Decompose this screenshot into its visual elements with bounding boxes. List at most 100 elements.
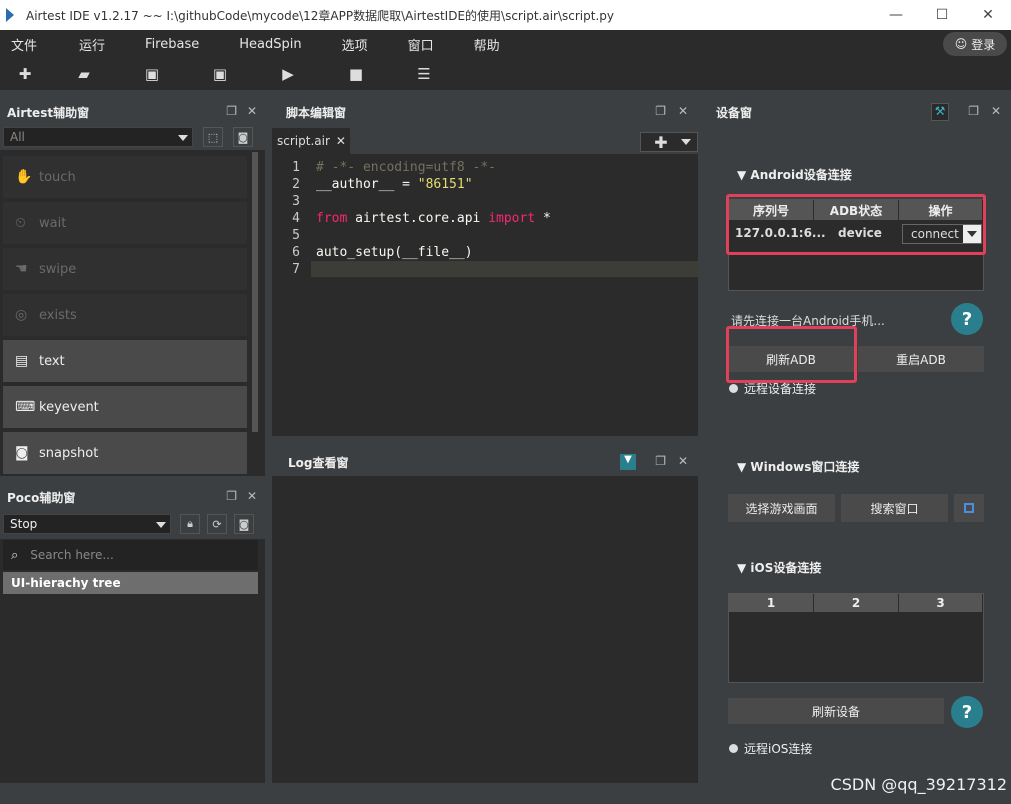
ios-device-table: 1 2 3 (728, 593, 984, 683)
login-button[interactable]: ☺ 登录 (943, 32, 1007, 56)
help-icon[interactable]: ? (951, 696, 983, 728)
menu-bar: 文件 运行 Firebase HeadSpin 选项 窗口 帮助 (0, 30, 1011, 58)
login-label: 登录 (971, 37, 996, 52)
keyboard-icon: ⌨ (15, 399, 36, 415)
exists-label: exists (39, 307, 77, 323)
save-as-icon[interactable]: ▣ (186, 65, 254, 83)
snapshot-label: snapshot (39, 445, 99, 461)
menu-options[interactable]: 选项 (331, 35, 379, 54)
float-icon[interactable]: ❐ (968, 104, 979, 118)
tools-icon[interactable]: ⚒ (931, 103, 949, 121)
maximize-button[interactable]: ☐ (919, 7, 965, 23)
highlight-box-refresh-adb (726, 326, 857, 383)
close-icon[interactable]: ✕ (991, 104, 1001, 118)
window-picker-button[interactable] (954, 494, 984, 522)
remote-ios-connect[interactable]: 远程iOS连接 (729, 740, 812, 757)
code-line: from airtest.core.api import * (316, 211, 551, 226)
window-icon (964, 503, 974, 513)
user-icon: ☺ (954, 37, 968, 51)
wait-label: wait (39, 215, 67, 231)
refresh-devices-button[interactable]: 刷新设备 (728, 698, 944, 724)
menu-window[interactable]: 窗口 (397, 35, 445, 54)
search-input[interactable]: Search here... (30, 548, 114, 562)
line-number: 1 (292, 160, 300, 175)
close-icon[interactable]: ✕ (678, 454, 688, 468)
remote-device-connect[interactable]: 远程设备连接 (729, 380, 816, 397)
device-panel-title: 设备窗 (716, 105, 753, 120)
ios-section-title: ▼ iOS设备连接 (737, 561, 822, 575)
code-editor[interactable]: 1 # -*- encoding=utf8 -*- 2 __author__ = "… (272, 158, 698, 436)
new-tab-button[interactable]: ✚ (640, 132, 698, 152)
poco-panel: Poco辅助窗 ❐ ✕ Stop 🔒︎ ⟳ ◙ ⌕ Search here...… (0, 483, 265, 783)
text-button[interactable]: ▤ text (3, 340, 247, 382)
tab-script-air[interactable]: script.air ✕ (272, 128, 350, 154)
script-panel-header: 脚本编辑窗 ❐ ✕ (272, 98, 698, 126)
open-script-icon[interactable]: ▰ (50, 65, 118, 83)
menu-help[interactable]: 帮助 (463, 35, 511, 54)
line-number: 2 (292, 177, 300, 192)
device-panel-header: 设备窗 ⚒ ❐ ✕ (705, 98, 1011, 126)
restart-adb-button[interactable]: 重启ADB (858, 346, 984, 372)
help-icon[interactable]: ? (951, 303, 983, 335)
keyevent-button[interactable]: ⌨ keyevent (3, 386, 247, 428)
touch-button[interactable]: ✋ touch (3, 156, 247, 198)
float-icon[interactable]: ❐ (655, 454, 666, 468)
chevron-down-icon (178, 135, 188, 141)
touch-label: touch (39, 169, 76, 185)
ui-hierarchy-tree-item[interactable]: UI-hierachy tree (3, 572, 258, 594)
text-label: text (39, 353, 65, 369)
airtest-buttons-list: ✋ touch ⏲ wait ☚ swipe ◎ exists ▤ text ⌨ keyev… (0, 152, 250, 476)
poco-panel-title: Poco辅助窗 (7, 490, 76, 505)
highlight-box-device-row (726, 194, 986, 255)
airtest-filter-select[interactable]: All (3, 127, 193, 147)
script-panel-title: 脚本编辑窗 (286, 105, 347, 120)
search-icon: ⌕ (11, 547, 19, 563)
search-window-button[interactable]: 搜索窗口 (841, 494, 948, 522)
close-icon[interactable]: ✕ (247, 104, 257, 118)
minimize-button[interactable]: — (873, 7, 919, 23)
menu-run[interactable]: 运行 (68, 35, 116, 54)
exists-button[interactable]: ◎ exists (3, 294, 247, 336)
poco-search-box[interactable]: ⌕ Search here... (3, 540, 258, 570)
wait-button[interactable]: ⏲ wait (3, 202, 247, 244)
radio-icon (729, 384, 738, 393)
android-section-title: ▼ Android设备连接 (737, 168, 852, 182)
record-icon[interactable]: ⬚ (203, 127, 223, 147)
record-icon[interactable]: ◙ (234, 514, 254, 534)
close-icon[interactable]: ✕ (678, 104, 688, 118)
new-script-icon[interactable]: ✚ (0, 65, 50, 83)
airtest-panel-header: Airtest辅助窗 ❐ ✕ (0, 98, 265, 126)
float-icon[interactable]: ❐ (226, 489, 237, 503)
code-line: __author__ = "86151" (316, 177, 473, 192)
run-icon[interactable]: ▶ (254, 65, 322, 83)
select-game-window-button[interactable]: 选择游戏画面 (728, 494, 835, 522)
title-bar: Airtest IDE v1.2.17 ~~ I:\githubCode\myc… (0, 0, 1011, 30)
float-icon[interactable]: ❐ (655, 104, 666, 118)
lock-icon[interactable]: 🔒︎ (180, 514, 200, 534)
screenshot-icon[interactable]: ◙ (233, 127, 253, 147)
menu-file[interactable]: 文件 (0, 35, 48, 54)
save-icon[interactable]: ▣ (118, 65, 186, 83)
refresh-icon[interactable]: ⟳ (207, 514, 227, 534)
swipe-label: swipe (39, 261, 77, 277)
view-log-icon[interactable]: ☰ (390, 65, 458, 83)
filter-icon[interactable]: ▼ (620, 454, 636, 470)
text-icon: ▤ (15, 353, 29, 369)
ios-column-3: 3 (899, 594, 983, 612)
line-number: 5 (292, 228, 300, 243)
line-number: 4 (292, 211, 300, 226)
stop-icon[interactable]: ■ (322, 65, 390, 83)
menu-firebase[interactable]: Firebase (134, 37, 210, 52)
close-icon[interactable]: ✕ (247, 489, 257, 503)
snapshot-button[interactable]: ◙ snapshot (3, 432, 247, 474)
poco-mode-select[interactable]: Stop (3, 514, 171, 534)
log-panel-header: Log查看窗 ▼ ❐ ✕ (272, 448, 698, 476)
airtest-scrollbar[interactable] (252, 152, 258, 432)
close-window-button[interactable]: ✕ (965, 7, 1011, 23)
float-icon[interactable]: ❐ (226, 104, 237, 118)
windows-section-title: ▼ Windows窗口连接 (737, 460, 860, 474)
menu-headspin[interactable]: HeadSpin (228, 37, 312, 52)
close-tab-icon[interactable]: ✕ (336, 134, 346, 148)
swipe-button[interactable]: ☚ swipe (3, 248, 247, 290)
watermark: CSDN @qq_39217312 (830, 775, 1007, 794)
